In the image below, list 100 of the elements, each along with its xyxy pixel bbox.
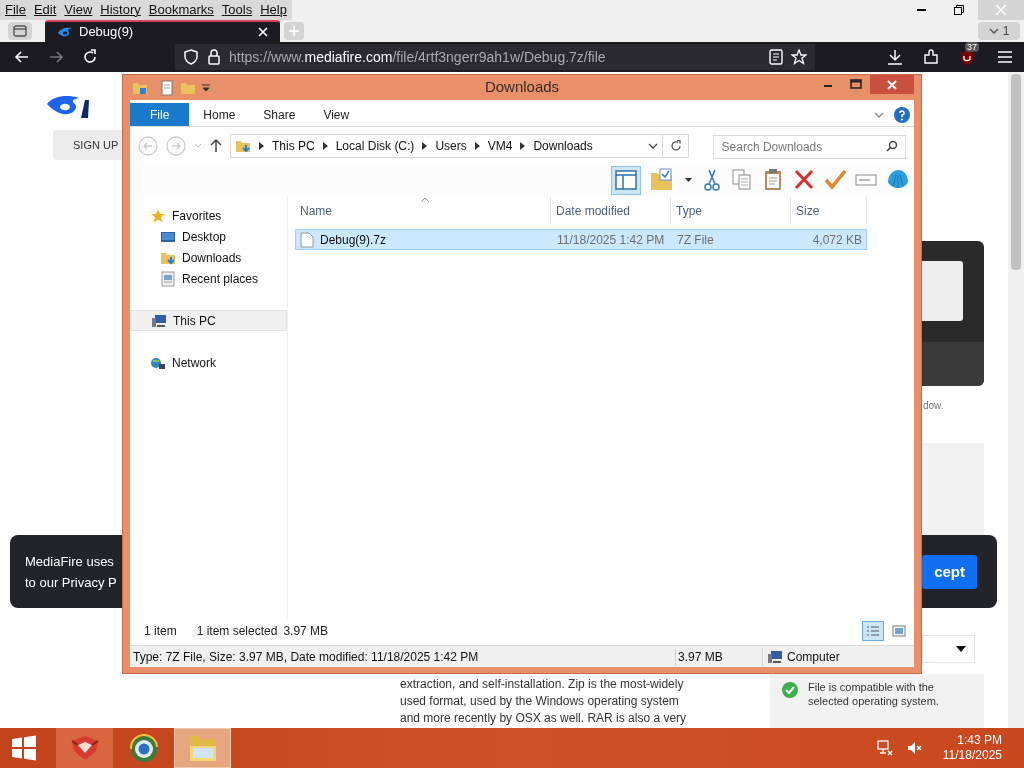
menu-item[interactable]: View — [64, 0, 93, 20]
tab-overview-button[interactable] — [8, 22, 32, 40]
location-text: Computer — [787, 648, 840, 666]
plus-icon — [288, 25, 300, 37]
file-row[interactable]: Debug(9).7z 11/18/2025 1:42 PM 7Z File 4,072 KB — [295, 229, 867, 250]
search-icon — [886, 140, 898, 152]
scrollbar[interactable] — [1008, 72, 1024, 728]
ublock-icon[interactable] — [959, 50, 975, 66]
bookmark-star-icon[interactable] — [791, 49, 807, 65]
description-line: and more recently by OSX as well. RAR is also a very — [400, 710, 688, 727]
browser-tab[interactable]: Debug(9) — [45, 20, 280, 42]
nav-item[interactable]: Favorites — [130, 205, 287, 226]
ribbon-tab[interactable]: File — [130, 103, 190, 126]
lock-icon[interactable] — [207, 49, 221, 65]
nav-item[interactable]: Recent places — [130, 268, 287, 289]
reload-button[interactable] — [82, 49, 98, 65]
caret-icon — [956, 646, 966, 652]
help-icon[interactable] — [894, 106, 910, 123]
ribbon-tab[interactable]: View — [309, 103, 364, 126]
computer-icon — [767, 649, 783, 664]
clock-time[interactable]: 1:43 PM — [957, 733, 1002, 748]
sign-up-button[interactable]: SIGN UP — [53, 130, 122, 160]
address-field[interactable]: This PC Local Disk (C:) Users VM4 Downloads — [230, 134, 664, 158]
chevron-icon[interactable] — [520, 142, 526, 150]
breadcrumb-item[interactable]: Downloads — [533, 137, 593, 155]
selection-size: 3.97 MB — [283, 623, 329, 640]
up-icon[interactable] — [210, 139, 222, 153]
star-icon — [150, 207, 166, 224]
checked-folder-icon[interactable] — [650, 168, 674, 192]
column-header[interactable]: Name — [295, 197, 551, 224]
breadcrumb-item[interactable]: Users — [435, 137, 467, 155]
window-title: Downloads — [484, 77, 560, 98]
back-button[interactable] — [14, 49, 30, 65]
taskbar-app[interactable] — [56, 728, 113, 768]
network-icon[interactable] — [876, 740, 893, 756]
url-text: https://www.mediafire.com/file/4rtf3ngerr9ah1w/Debug.7z/file — [229, 47, 607, 67]
customize-caret-icon[interactable] — [202, 83, 210, 92]
close-icon — [887, 79, 897, 90]
selection-text: 1 item selected — [196, 623, 278, 640]
dropdown-icon[interactable] — [648, 143, 659, 149]
tabs-icon — [13, 25, 27, 37]
pane-icon — [615, 170, 637, 190]
check-circle-icon — [782, 682, 798, 698]
download-icon[interactable] — [887, 49, 903, 65]
window-close-button[interactable] — [870, 75, 914, 94]
windows-logo-icon[interactable] — [11, 735, 37, 761]
restore-icon — [954, 5, 964, 15]
nav-item[interactable]: Network — [130, 352, 287, 373]
details-size: 3.97 MB — [676, 647, 763, 666]
expand-ribbon-icon[interactable] — [874, 111, 884, 118]
os-dropdown[interactable] — [922, 635, 975, 663]
mute-speaker-icon[interactable] — [906, 740, 923, 756]
extensions-icon[interactable] — [923, 49, 939, 65]
item-count: 1 item — [144, 623, 177, 640]
breadcrumb-item[interactable]: VM4 — [487, 137, 513, 155]
tab-list-button[interactable]: 1 — [978, 22, 1020, 40]
delete-icon[interactable] — [793, 168, 815, 192]
accept-button[interactable]: cept — [922, 555, 977, 589]
ribbon-tab[interactable]: Home — [189, 103, 250, 126]
column-header[interactable]: Type — [671, 197, 791, 224]
chevron-icon[interactable] — [322, 142, 328, 150]
tab-title: Debug(9) — [79, 23, 135, 42]
breadcrumb-item[interactable]: This PC — [272, 137, 315, 155]
file-date: 11/18/2025 1:42 PM — [556, 231, 666, 249]
nav-item[interactable]: Desktop — [130, 226, 287, 247]
file-name: Debug(9).7z — [320, 231, 387, 249]
nav-item[interactable]: This PC — [130, 310, 287, 331]
extension-badge: 37 — [965, 42, 979, 52]
reader-view-icon[interactable] — [769, 49, 783, 65]
ribbon-tab[interactable]: Share — [249, 103, 310, 126]
column-header[interactable]: Size — [791, 197, 867, 224]
check-mark-icon[interactable] — [824, 168, 846, 192]
menu-item[interactable]: History — [100, 0, 141, 20]
chevron-icon[interactable] — [474, 142, 480, 150]
properties-icon[interactable] — [160, 79, 174, 96]
forward-button[interactable] — [48, 49, 64, 65]
cookie-text: to our Privacy P — [25, 574, 117, 592]
menu-item[interactable]: Bookmarks — [148, 0, 214, 20]
search-field[interactable]: Search Downloads — [712, 135, 906, 159]
chevron-icon[interactable] — [259, 142, 264, 150]
menu-item[interactable]: Help — [260, 0, 287, 20]
flame-icon — [57, 26, 73, 38]
menu-item[interactable]: Edit — [33, 0, 57, 20]
address-bar[interactable]: https://www.mediafire.com/file/4rtf3ngerr9ah1w/Debug.7z/file — [175, 44, 815, 70]
menu-icon[interactable] — [997, 50, 1013, 64]
close-tab-icon[interactable] — [258, 27, 268, 37]
layout-pane-button[interactable] — [611, 165, 641, 195]
scissors-icon[interactable] — [702, 168, 722, 192]
description-line: extraction, and self-installation. Zip is the most-widely — [400, 676, 685, 693]
breadcrumb-item[interactable]: Local Disk (C:) — [335, 137, 415, 155]
menu-item[interactable]: Tools — [221, 0, 253, 20]
clock-date[interactable]: 11/18/2025 — [942, 748, 1002, 763]
nav-item[interactable]: Downloads — [130, 247, 287, 268]
column-header[interactable]: Date modified — [551, 197, 671, 224]
menu-item[interactable]: File — [5, 0, 26, 20]
clipboard-icon[interactable] — [762, 168, 784, 192]
downloads-folder-icon — [235, 138, 251, 154]
refresh-button[interactable] — [663, 134, 689, 158]
chevron-icon[interactable] — [422, 142, 428, 150]
shield-icon[interactable] — [183, 49, 199, 65]
